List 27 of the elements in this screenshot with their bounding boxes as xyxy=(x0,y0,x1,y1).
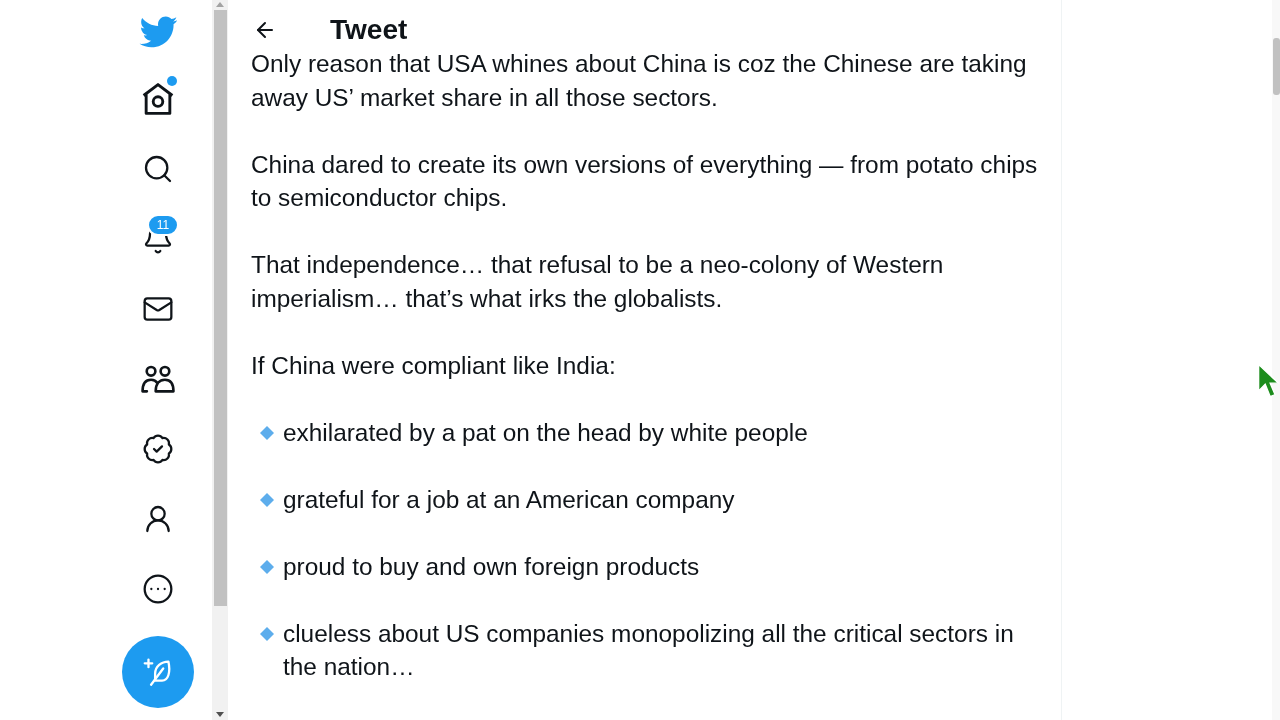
diamond-icon xyxy=(260,492,274,507)
page-scrollbar-track[interactable] xyxy=(1272,0,1280,720)
bullet-text: clueless about US companies monopolizing all the critical sectors in the nation… xyxy=(283,618,1015,682)
tweet-paragraph: That independence… that refusal to be a neo-colony of Western imperialism… that’s what irks the globalists. xyxy=(251,250,945,314)
bird-icon[interactable] xyxy=(138,15,178,49)
feather-plus-icon xyxy=(143,658,173,686)
scrollbar-track[interactable] xyxy=(212,0,228,720)
tweet-paragraph: Only reason that USA whines about China is coz the Chinese are taking away US’ market share in all those sectors. xyxy=(251,49,1028,113)
check-badge-icon xyxy=(142,433,174,465)
tweet-paragraph: If China were compliant like India: xyxy=(251,350,617,381)
search-icon xyxy=(142,153,174,185)
home-icon xyxy=(142,83,174,115)
diamond-icon xyxy=(260,559,274,574)
page-scrollbar-thumb[interactable] xyxy=(1272,38,1280,95)
diamond-icon xyxy=(260,626,274,641)
bullet-text: proud to buy and own foreign products xyxy=(283,551,700,582)
page-title: Tweet xyxy=(330,13,408,47)
more-icon xyxy=(142,573,174,605)
notifications-button[interactable]: 11 xyxy=(133,214,183,264)
two-people-icon xyxy=(141,365,175,393)
scroll-down-arrow-icon[interactable] xyxy=(216,712,224,717)
notification-count: 11 xyxy=(147,214,179,236)
scrollbar-thumb[interactable] xyxy=(213,10,227,606)
bullet-text: grateful for a job at an American company xyxy=(283,484,735,515)
tweet-paragraph: China dared to create its own versions of everything — from potato chips to semiconductor chips. xyxy=(251,149,1039,213)
diamond-icon xyxy=(260,425,274,440)
bullet-text: exhilarated by a pat on the head by white people xyxy=(283,417,808,448)
